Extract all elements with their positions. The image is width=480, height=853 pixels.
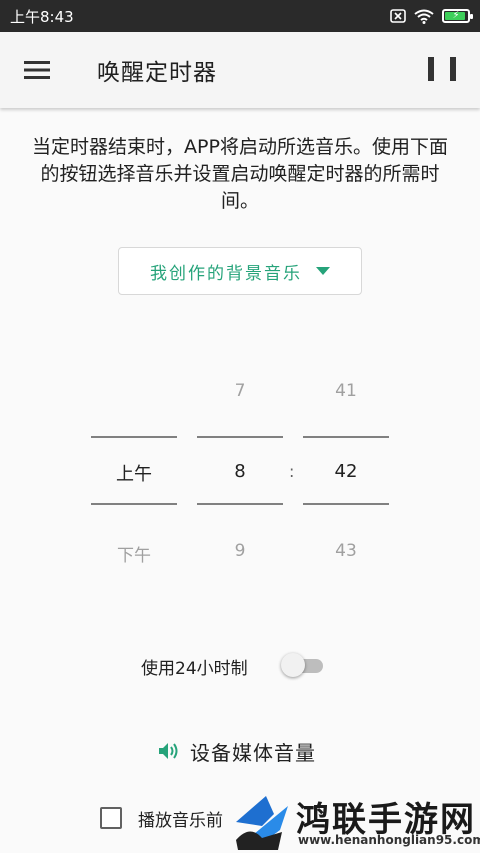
hour-below[interactable]: 9 (197, 541, 283, 561)
watermark-url: www.henanhonglian95.com (298, 833, 480, 847)
pause-icon (428, 57, 434, 81)
ampm-below[interactable]: 下午 (91, 541, 177, 566)
play-before-label: 播放音乐前 (138, 810, 223, 831)
media-volume-row[interactable]: 设备媒体音量 (158, 736, 316, 766)
pause-icon-bar (450, 57, 456, 81)
hour-line-bottom (197, 503, 283, 505)
status-time: 上午8:43 (10, 7, 74, 26)
watermark-logo-icon (236, 796, 288, 850)
media-volume-label: 设备媒体音量 (190, 740, 316, 765)
hour-selected[interactable]: 8 (197, 461, 283, 482)
music-dropdown[interactable]: 我创作的背景音乐 (118, 247, 362, 295)
app-toolbar: 唤醒定时器 (0, 32, 480, 108)
status-bar: 上午8:43 ⚡ (0, 0, 480, 32)
hour-picker[interactable]: 7 8 9 (197, 370, 283, 570)
menu-button[interactable] (0, 32, 74, 108)
ampm-line-top (91, 436, 177, 438)
toggle-24h-label: 使用24小时制 (141, 659, 248, 679)
minute-line-bottom (303, 503, 389, 505)
sim-x-icon (390, 9, 406, 23)
hour-above[interactable]: 7 (197, 381, 283, 401)
wifi-icon (414, 9, 434, 24)
minute-selected[interactable]: 42 (303, 461, 389, 482)
watermark: 鸿联手游网 www.henanhonglian95.com (232, 790, 480, 853)
description-text: 当定时器结束时，APP将启动所选音乐。使用下面的按钮选择音乐并设置启动唤醒定时器… (32, 136, 448, 212)
hamburger-menu-icon (24, 61, 50, 79)
music-dropdown-value: 我创作的背景音乐 (150, 263, 302, 284)
status-icons: ⚡ (390, 9, 473, 24)
toggle-24h-switch[interactable] (281, 652, 323, 678)
play-before-row[interactable]: 播放音乐前 (100, 803, 223, 833)
hour-line-top (197, 436, 283, 438)
speaker-icon (159, 743, 178, 759)
time-separator: : (289, 462, 295, 481)
minute-line-top (303, 436, 389, 438)
ampm-picker[interactable]: 上午 下午 (91, 370, 177, 570)
minute-picker[interactable]: 41 42 43 (303, 370, 389, 570)
switch-thumb (281, 653, 305, 677)
dropdown-arrow-icon (316, 267, 330, 275)
minute-below[interactable]: 43 (303, 541, 389, 561)
minute-above[interactable]: 41 (303, 381, 389, 401)
battery-charging-icon: ⚡ (442, 9, 473, 23)
play-before-checkbox[interactable] (100, 807, 122, 829)
ampm-line-bottom (91, 503, 177, 505)
page-title: 唤醒定时器 (97, 60, 217, 86)
ampm-selected[interactable]: 上午 (91, 460, 177, 486)
pause-button[interactable] (428, 57, 456, 83)
toggle-24h-row: 使用24小时制 (0, 648, 480, 682)
